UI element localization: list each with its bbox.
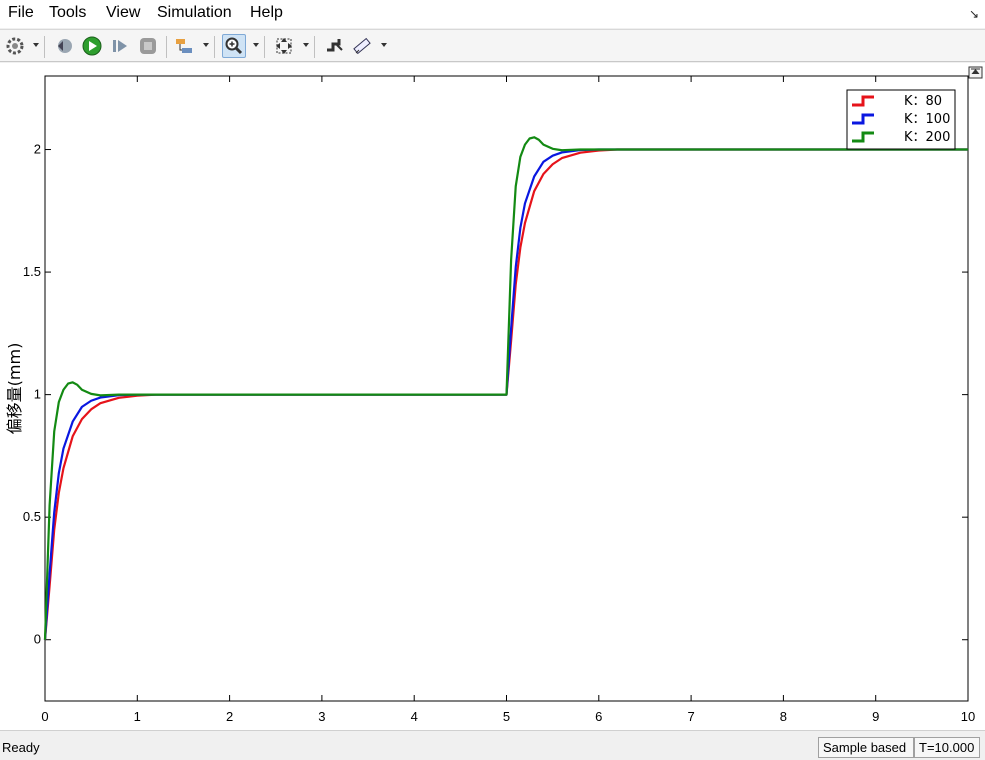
legend-label: K：80: [904, 94, 942, 109]
y-tick-label: 0.5: [23, 509, 41, 524]
chevron-down-icon[interactable]: [253, 43, 259, 47]
signal-selector-icon[interactable]: [172, 34, 196, 58]
plot-area: 0 1 2 3 4 5 6 7 8 9 10 0 0.5 1 1.5 2 偏移量(mm) K：80 K：100 K：…: [0, 63, 985, 730]
highlight-icon[interactable]: [322, 34, 346, 58]
gear-icon[interactable]: [3, 34, 27, 58]
toolbar-separator: [214, 36, 215, 58]
legend-label: K：100: [904, 112, 950, 127]
y-tick-label: 2: [34, 142, 41, 157]
x-tick-label: 9: [872, 709, 879, 724]
menu-tools[interactable]: Tools: [49, 4, 86, 22]
y-tick-label: 1.5: [23, 264, 41, 279]
menu-file[interactable]: File: [8, 4, 34, 22]
chevron-down-icon[interactable]: [303, 43, 309, 47]
step-back-icon[interactable]: [52, 34, 76, 58]
status-text: Ready: [2, 740, 40, 755]
fit-to-view-icon[interactable]: [272, 34, 296, 58]
x-tick-label: 4: [411, 709, 418, 724]
expand-legend-icon[interactable]: [968, 66, 983, 79]
x-tick-label: 6: [595, 709, 602, 724]
toolbar-separator: [44, 36, 45, 58]
y-axis-label: 偏移量(mm): [5, 343, 24, 435]
stop-icon[interactable]: [136, 34, 160, 58]
legend-label: K：200: [904, 130, 950, 145]
x-tick-label: 7: [687, 709, 694, 724]
x-tick-label: 2: [226, 709, 233, 724]
zoom-icon[interactable]: [222, 34, 246, 58]
status-bar: Ready Sample based T=10.000: [0, 730, 985, 760]
y-tick-label: 1: [34, 387, 41, 402]
x-tick-label: 10: [961, 709, 975, 724]
sample-mode-indicator: Sample based: [818, 737, 914, 758]
x-tick-label: 3: [318, 709, 325, 724]
toolbar: [0, 29, 985, 62]
menu-view[interactable]: View: [106, 4, 140, 22]
undock-icon[interactable]: ↘: [969, 7, 979, 21]
toolbar-separator: [264, 36, 265, 58]
run-icon[interactable]: [80, 34, 104, 58]
measure-icon[interactable]: [350, 34, 374, 58]
menu-bar: File Tools View Simulation Help ↘: [0, 0, 985, 28]
sim-time-indicator: T=10.000: [914, 737, 980, 758]
y-tick-label: 0: [34, 632, 41, 647]
chevron-down-icon[interactable]: [203, 43, 209, 47]
menu-help[interactable]: Help: [250, 4, 283, 22]
x-tick-label: 1: [134, 709, 141, 724]
x-tick-label: 5: [503, 709, 510, 724]
x-tick-label: 8: [780, 709, 787, 724]
step-forward-icon[interactable]: [108, 34, 132, 58]
toolbar-separator: [314, 36, 315, 58]
menu-simulation[interactable]: Simulation: [157, 4, 232, 22]
chevron-down-icon[interactable]: [33, 43, 39, 47]
chart: 0 1 2 3 4 5 6 7 8 9 10 0 0.5 1 1.5 2 偏移量(mm) K：80 K：100 K：…: [5, 66, 983, 724]
x-tick-label: 0: [41, 709, 48, 724]
chevron-down-icon[interactable]: [381, 43, 387, 47]
toolbar-separator: [166, 36, 167, 58]
